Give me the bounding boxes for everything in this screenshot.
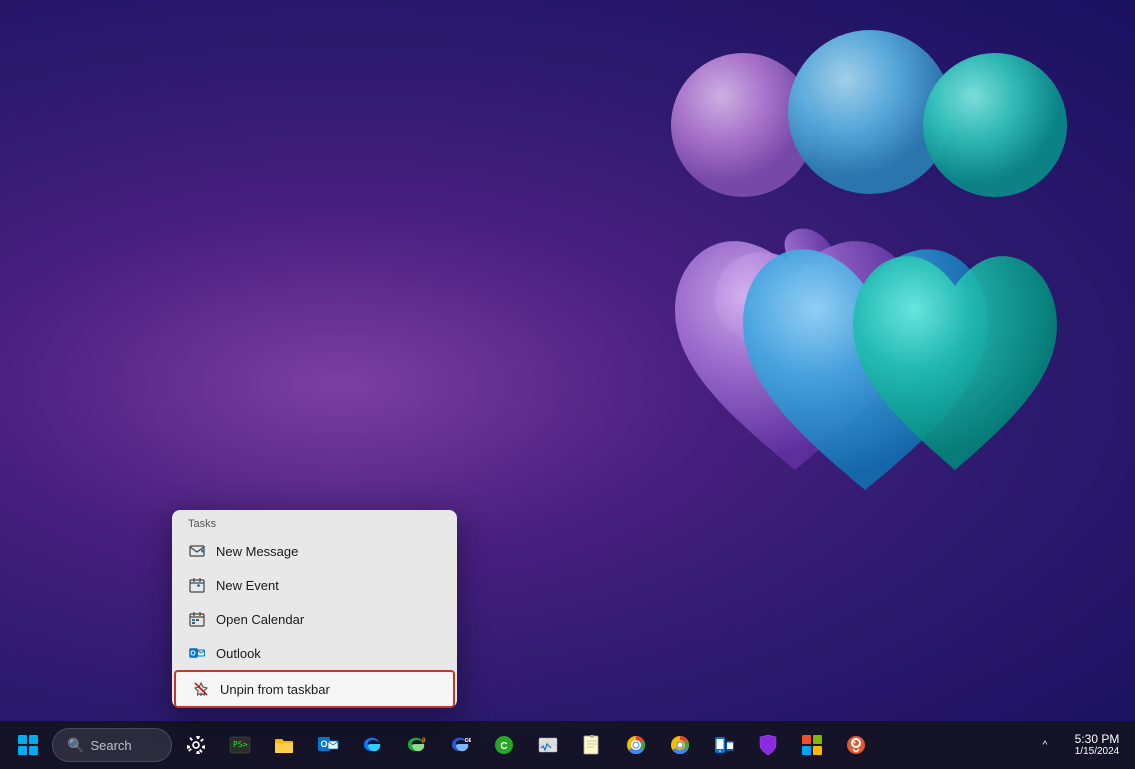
svg-text:O: O [320, 739, 327, 749]
context-menu-tasks-label: Tasks [172, 510, 457, 534]
outlook-label: Outlook [216, 646, 261, 661]
taskbar-app-store[interactable] [792, 725, 832, 765]
hero-image [655, 30, 1075, 530]
teams-like-icon: C [493, 734, 515, 756]
taskbar-app-edge[interactable] [352, 725, 392, 765]
search-label: Search [90, 738, 131, 753]
notepad-icon [581, 734, 603, 756]
taskbar-app-terminal[interactable]: PS> [220, 725, 260, 765]
desktop: Tasks New Message N [0, 0, 1135, 769]
svg-text:O: O [190, 651, 196, 658]
edge-dev-icon: DEV [449, 734, 471, 756]
new-event-label: New Event [216, 578, 279, 593]
duckduckgo-icon [845, 734, 867, 756]
open-calendar-label: Open Calendar [216, 612, 304, 627]
open-calendar-icon [188, 610, 206, 628]
taskbar-clock[interactable]: 5:30 PM 1/15/2024 [1067, 725, 1127, 765]
search-icon: 🔍 [67, 737, 84, 754]
taskbar-app-edge-beta[interactable]: β [396, 725, 436, 765]
svg-text:DEV: DEV [465, 738, 471, 744]
context-menu-new-message[interactable]: New Message [172, 534, 457, 568]
svg-text:PS>: PS> [233, 740, 248, 749]
new-event-icon [188, 576, 206, 594]
svg-text:C: C [500, 741, 507, 752]
taskbar-app-notepad[interactable] [572, 725, 612, 765]
start-button[interactable] [8, 725, 48, 765]
context-menu-new-event[interactable]: New Event [172, 568, 457, 602]
windows-logo-icon [17, 734, 39, 756]
new-message-icon [188, 542, 206, 560]
taskbar-app-edge-dev[interactable]: DEV [440, 725, 480, 765]
taskbar-app-chrome[interactable] [660, 725, 700, 765]
search-bar[interactable]: 🔍 Search [52, 728, 172, 762]
taskbar-app-chrome-yellow[interactable] [616, 725, 656, 765]
taskbar-app-duckduckgo[interactable] [836, 725, 876, 765]
chrome-yellow-icon [625, 734, 647, 756]
snip-tool-icon [537, 734, 559, 756]
taskbar-app-phone-link[interactable] [704, 725, 744, 765]
system-tray: ^ 5:30 PM 1/15/2024 [1025, 725, 1127, 765]
taskbar-app-snip[interactable] [528, 725, 568, 765]
taskbar-app-settings[interactable] [176, 725, 216, 765]
svg-text:β: β [422, 738, 426, 744]
file-explorer-icon [273, 734, 295, 756]
clock-display: 5:30 PM 1/15/2024 [1075, 732, 1120, 758]
terminal-icon: PS> [229, 734, 251, 756]
edge-beta-icon: β [405, 734, 427, 756]
phone-link-icon [713, 734, 735, 756]
taskbar-app-purple[interactable] [748, 725, 788, 765]
taskbar-show-hidden-icons[interactable]: ^ [1025, 725, 1065, 765]
context-menu-outlook[interactable]: O Outlook [172, 636, 457, 670]
taskbar-app-outlook[interactable]: O [308, 725, 348, 765]
purple-app-icon [757, 734, 779, 756]
context-menu-open-calendar[interactable]: Open Calendar [172, 602, 457, 636]
unpin-taskbar-label: Unpin from taskbar [220, 682, 330, 697]
store-icon [801, 734, 823, 756]
taskbar-app-explorer[interactable] [264, 725, 304, 765]
settings-icon [185, 734, 207, 756]
unpin-taskbar-icon [192, 680, 210, 698]
outlook-app-icon: O [317, 734, 339, 756]
taskbar: 🔍 Search PS> [0, 721, 1135, 769]
chrome-icon [669, 734, 691, 756]
edge-icon [361, 734, 383, 756]
context-menu: Tasks New Message N [172, 510, 457, 708]
context-menu-unpin-taskbar[interactable]: Unpin from taskbar [174, 670, 455, 708]
outlook-icon: O [188, 644, 206, 662]
taskbar-app-teams-like[interactable]: C [484, 725, 524, 765]
new-message-label: New Message [216, 544, 298, 559]
